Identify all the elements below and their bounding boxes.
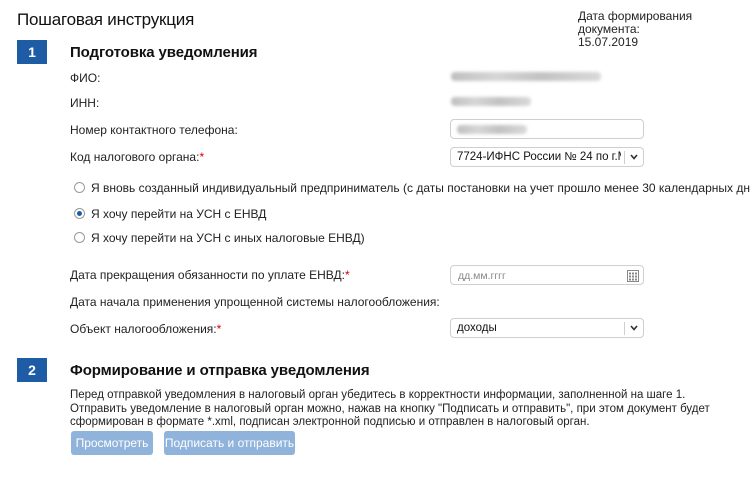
radio-button[interactable] xyxy=(74,232,85,243)
chevron-down-icon xyxy=(624,322,643,335)
radio-option-other-regimes[interactable]: Я хочу перейти на УСН с иных налоговые Е… xyxy=(74,231,374,245)
object-label: Объект налогообложения:* xyxy=(70,322,221,336)
phone-value-redacted xyxy=(457,125,527,134)
tax-code-label-text: Код налогового органа: xyxy=(70,150,200,164)
stop-date-input[interactable]: дд.мм.гггг xyxy=(450,265,644,285)
tax-object-select[interactable]: доходы xyxy=(450,318,644,338)
radio-label: Я хочу перейти на УСН с иных налоговые Е… xyxy=(91,231,365,245)
start-date-label: Дата начала применения упрощенной систем… xyxy=(70,295,440,309)
tax-object-select-value: доходы xyxy=(457,322,497,334)
stop-date-placeholder: дд.мм.гггг xyxy=(458,270,506,282)
step-2-description: Перед отправкой уведомления в налоговый … xyxy=(70,389,710,428)
inn-value-redacted xyxy=(451,97,531,106)
step-1-badge: 1 xyxy=(17,40,47,64)
required-mark: * xyxy=(199,150,205,164)
fio-value-redacted xyxy=(451,72,601,81)
sign-and-send-button[interactable]: Подписать и отправить xyxy=(164,431,295,455)
step-2-badge: 2 xyxy=(17,358,47,382)
phone-label: Номер контактного телефона: xyxy=(70,123,238,137)
inn-label: ИНН: xyxy=(70,96,100,110)
calendar-icon[interactable] xyxy=(627,269,639,287)
radio-button-checked[interactable] xyxy=(74,208,85,219)
stop-date-label-text: Дата прекращения обязанности по уплате Е… xyxy=(70,268,345,282)
page-title: Пошаговая инструкция xyxy=(17,10,195,29)
radio-option-new-ip[interactable]: Я вновь созданный индивидуальный предпри… xyxy=(74,181,750,195)
chevron-down-icon xyxy=(624,151,643,164)
phone-input[interactable] xyxy=(450,119,644,139)
radio-label: Я вновь созданный индивидуальный предпри… xyxy=(91,181,750,195)
step-2-title: Формирование и отправка уведомления xyxy=(70,362,370,379)
radio-label: Я хочу перейти на УСН с ЕНВД xyxy=(91,207,267,221)
tax-code-select-value: 7724-ИФНС России № 24 по г.Москве xyxy=(457,151,621,163)
radio-option-from-envd[interactable]: Я хочу перейти на УСН с ЕНВД xyxy=(74,207,374,221)
tax-code-select[interactable]: 7724-ИФНС России № 24 по г.Москве xyxy=(450,147,644,167)
required-mark: * xyxy=(345,268,350,282)
document-date: Дата формирования документа: 15.07.2019 xyxy=(578,10,750,49)
fio-label: ФИО: xyxy=(70,71,101,85)
tax-code-label: Код налогового органа:* xyxy=(70,150,204,164)
preview-button[interactable]: Просмотреть xyxy=(71,431,153,455)
document-date-value: 15.07.2019 xyxy=(578,35,639,49)
document-date-label: Дата формирования документа: xyxy=(578,9,693,36)
object-label-text: Объект налогообложения: xyxy=(70,322,217,336)
radio-button[interactable] xyxy=(74,182,85,193)
stop-date-label: Дата прекращения обязанности по уплате Е… xyxy=(70,268,350,282)
step-1-title: Подготовка уведомления xyxy=(70,44,258,61)
required-mark: * xyxy=(216,322,222,336)
